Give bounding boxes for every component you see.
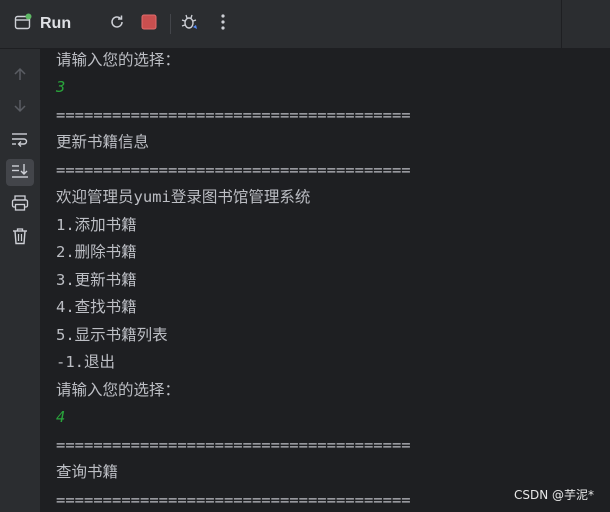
console-sidebar: [0, 49, 40, 512]
console-line: 1.添加书籍: [56, 216, 137, 234]
scroll-to-end-icon: [11, 163, 29, 183]
debug-icon: [180, 12, 200, 36]
toolbar-divider: [561, 0, 562, 48]
more-button[interactable]: [212, 0, 234, 48]
arrow-down-icon: [12, 98, 28, 118]
rerun-icon: [108, 13, 126, 35]
clear-all-button[interactable]: [6, 224, 34, 251]
console-line: ======================================: [56, 161, 411, 179]
scroll-up-button[interactable]: [6, 62, 34, 89]
run-tab-title[interactable]: Run: [14, 0, 71, 48]
scroll-to-end-button[interactable]: [6, 159, 34, 186]
stop-icon: [140, 13, 158, 35]
print-icon: [11, 194, 29, 215]
console-line: ======================================: [56, 436, 411, 454]
console-line: 5.显示书籍列表: [56, 326, 168, 344]
rerun-button[interactable]: [104, 0, 130, 48]
soft-wrap-icon: [11, 131, 29, 151]
scroll-down-button[interactable]: [6, 94, 34, 121]
run-title-label: Run: [40, 15, 72, 32]
console-line: 3.更新书籍: [56, 271, 137, 289]
soft-wrap-button[interactable]: [6, 127, 34, 154]
console-line: 欢迎管理员yumi登录图书馆管理系统: [56, 188, 311, 206]
trash-icon: [12, 227, 28, 249]
console-line: ======================================: [56, 491, 411, 509]
print-button[interactable]: [6, 191, 34, 218]
console-line: 请输入您的选择：: [56, 51, 181, 69]
run-toolbar: Run: [0, 0, 610, 49]
console-line: 2.删除书籍: [56, 243, 137, 261]
console-line: 4.查找书籍: [56, 298, 137, 316]
console-output[interactable]: 请输入您的选择： 3 =============================…: [40, 49, 610, 512]
arrow-up-icon: [12, 66, 28, 86]
debug-button[interactable]: [177, 0, 203, 48]
stop-button[interactable]: [136, 0, 162, 48]
watermark: CSDN @芋泥*: [513, 488, 594, 502]
console-line: 请输入您的选择：: [56, 381, 181, 399]
console-input-line: 3: [56, 78, 66, 96]
console-line: -1.退出: [56, 353, 115, 371]
console-input-line: 4: [56, 408, 66, 426]
console-line: 查询书籍: [56, 463, 119, 481]
toolbar-separator: [170, 14, 171, 34]
console-line: ======================================: [56, 106, 411, 124]
console-line: 更新书籍信息: [56, 133, 150, 151]
run-window-icon: [14, 13, 32, 35]
more-icon: [220, 13, 226, 35]
